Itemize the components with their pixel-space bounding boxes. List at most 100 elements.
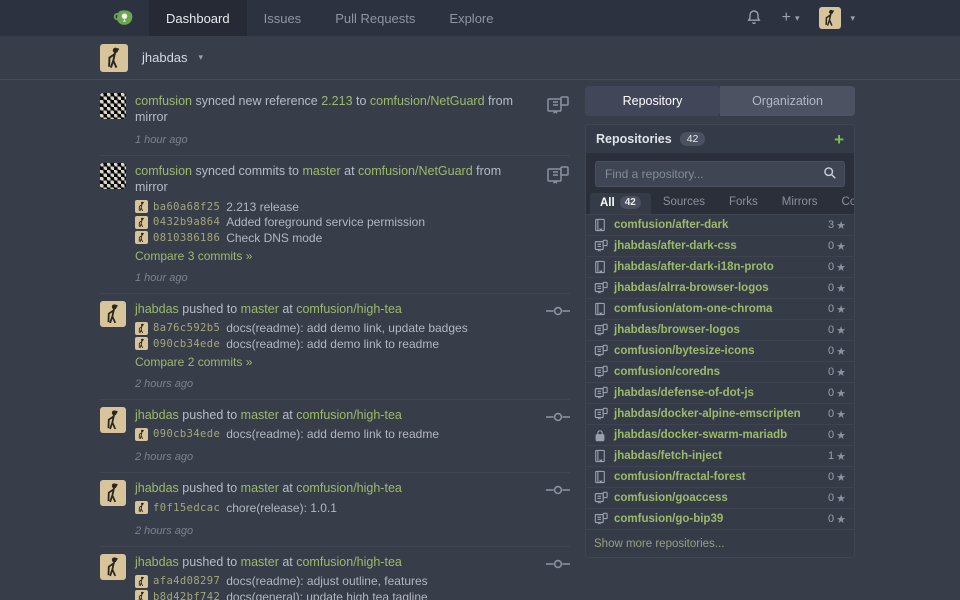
feed-link[interactable]: comfusion: [135, 94, 192, 108]
repo-name-link[interactable]: comfusion/bytesize-icons: [614, 345, 755, 357]
notifications-bell-icon[interactable]: [746, 9, 762, 28]
filter-count-badge: 42: [620, 196, 641, 209]
feed-link[interactable]: jhabdas: [135, 408, 179, 422]
commit-sha-link[interactable]: 090cb34ede: [153, 428, 220, 440]
feed-item: jhabdas pushed to master at comfusion/hi…: [100, 400, 570, 474]
repo-name-link[interactable]: jhabdas/after-dark-i18n-proto: [614, 261, 774, 273]
repo-star-count: 0★: [828, 345, 846, 358]
nav-item-issues[interactable]: Issues: [247, 0, 319, 36]
repo-name-link[interactable]: jhabdas/after-dark-css: [614, 240, 737, 252]
filter-sources[interactable]: Sources: [651, 196, 717, 214]
commit-message: chore(release): 1.0.1: [226, 501, 337, 515]
feed-link[interactable]: jhabdas: [135, 481, 179, 495]
nav-item-pull-requests[interactable]: Pull Requests: [318, 0, 432, 36]
context-username: jhabdas: [142, 50, 188, 65]
feed-link[interactable]: jhabdas: [135, 555, 179, 569]
repository-search-input[interactable]: [595, 161, 845, 187]
repo-row: jhabdas/fetch-inject1★: [586, 445, 854, 466]
feed-link[interactable]: master: [241, 481, 279, 495]
compare-commits-link[interactable]: Compare 3 commits »: [135, 249, 252, 263]
feed-item-body: comfusion synced new reference 2.213 to …: [135, 93, 536, 146]
nav-item-dashboard[interactable]: Dashboard: [149, 0, 247, 36]
feed-link[interactable]: comfusion/NetGuard: [358, 164, 473, 178]
repo-row: jhabdas/docker-swarm-mariadb0★: [586, 424, 854, 445]
repo-row: jhabdas/after-dark-i18n-proto0★: [586, 256, 854, 277]
commit-sha-link[interactable]: 0432b9a864: [153, 216, 220, 228]
repo-name-link[interactable]: comfusion/goaccess: [614, 492, 728, 504]
feed-link[interactable]: master: [302, 164, 340, 178]
commit-message: docs(general): update high tea tagline: [226, 590, 427, 600]
feed-link[interactable]: comfusion/high-tea: [296, 302, 402, 316]
repo-name-link[interactable]: jhabdas/alrra-browser-logos: [614, 282, 769, 294]
repo-row: comfusion/goaccess0★: [586, 487, 854, 508]
feed-link[interactable]: master: [241, 555, 279, 569]
repo-star-count: 0★: [828, 324, 846, 337]
gitea-logo-icon[interactable]: [100, 0, 149, 36]
repo-name-link[interactable]: jhabdas/fetch-inject: [614, 450, 722, 462]
commit-sha-link[interactable]: b8d42bf742: [153, 591, 220, 600]
feed-link[interactable]: comfusion/NetGuard: [370, 94, 485, 108]
repo-star-count: 0★: [828, 366, 846, 379]
compare-commits-link[interactable]: Compare 2 commits »: [135, 355, 252, 369]
context-user-switcher[interactable]: jhabdas ▾: [100, 44, 203, 72]
repo-name-link[interactable]: jhabdas/browser-logos: [614, 324, 740, 336]
committer-avatar: [135, 501, 148, 514]
nav-item-explore[interactable]: Explore: [432, 0, 510, 36]
feed-link[interactable]: comfusion/high-tea: [296, 555, 402, 569]
repo-star-count: 0★: [828, 303, 846, 316]
filter-mirrors[interactable]: Mirrors: [770, 196, 830, 214]
feed-link[interactable]: comfusion: [135, 164, 192, 178]
feed-link[interactable]: master: [241, 408, 279, 422]
actor-avatar: [100, 93, 126, 119]
commit-sha-link[interactable]: f0f15edcac: [153, 502, 220, 514]
tab-organization[interactable]: Organization: [720, 86, 855, 116]
feed-item: comfusion synced commits to master at co…: [100, 156, 570, 294]
star-icon: ★: [836, 303, 846, 316]
feed-link[interactable]: comfusion/high-tea: [296, 481, 402, 495]
repo-name-link[interactable]: comfusion/coredns: [614, 366, 720, 378]
feed-link[interactable]: comfusion/high-tea: [296, 408, 402, 422]
repo-name-link[interactable]: jhabdas/defense-of-dot-js: [614, 387, 754, 399]
feed-item: comfusion synced new reference 2.213 to …: [100, 86, 570, 156]
chevron-down-icon: ▾: [795, 13, 800, 24]
show-more-repositories-link[interactable]: Show more repositories...: [594, 538, 724, 550]
repo-name-link[interactable]: comfusion/after-dark: [614, 219, 728, 231]
repo-name-link[interactable]: jhabdas/docker-alpine-emscripten: [614, 408, 801, 420]
repo-name-link[interactable]: comfusion/fractal-forest: [614, 471, 746, 483]
repo-icon: [594, 302, 610, 316]
commit-list: f0f15edcac chore(release): 1.0.1: [135, 500, 536, 516]
commit-message: docs(readme): add demo link to readme: [226, 337, 439, 351]
mirror-icon: [594, 386, 610, 400]
commit-sha-link[interactable]: 8a76c592b5: [153, 322, 220, 334]
tab-repository[interactable]: Repository: [585, 86, 720, 116]
star-count: 3: [828, 219, 834, 231]
main-nav-menu: DashboardIssuesPull RequestsExplore: [149, 0, 510, 36]
star-icon: ★: [836, 513, 846, 526]
user-menu-dropdown[interactable]: ▾: [819, 7, 855, 29]
repo-name-link[interactable]: jhabdas/docker-swarm-mariadb: [614, 429, 787, 441]
feed-link[interactable]: jhabdas: [135, 302, 179, 316]
repo-star-count: 0★: [828, 387, 846, 400]
mirror-icon: [594, 491, 610, 505]
commit-sha-link[interactable]: 090cb34ede: [153, 338, 220, 350]
commit-sha-link[interactable]: ba60a68f25: [153, 201, 220, 213]
actor-avatar: [100, 407, 126, 433]
new-repository-button[interactable]: +: [834, 131, 844, 148]
feed-link[interactable]: 2.213: [321, 94, 352, 108]
feed-text: at: [279, 302, 296, 316]
repo-name-link[interactable]: comfusion/go-bip39: [614, 513, 723, 525]
repo-star-count: 0★: [828, 513, 846, 526]
mirror-icon: [594, 281, 610, 295]
commit-sha-link[interactable]: afa4d08297: [153, 575, 220, 587]
feed-text: pushed to: [179, 481, 241, 495]
feed-link[interactable]: master: [241, 302, 279, 316]
create-new-dropdown[interactable]: + ▾: [782, 10, 800, 26]
repo-name-link[interactable]: comfusion/atom-one-chroma: [614, 303, 772, 315]
filter-collaborative[interactable]: Collaborative: [830, 196, 855, 214]
repo-row: jhabdas/after-dark-css0★: [586, 235, 854, 256]
filter-all[interactable]: All42: [590, 193, 651, 214]
feed-item-body: jhabdas pushed to master at comfusion/hi…: [135, 480, 536, 537]
filter-forks[interactable]: Forks: [717, 196, 770, 214]
star-icon: ★: [836, 261, 846, 274]
commit-sha-link[interactable]: 0810386186: [153, 232, 220, 244]
